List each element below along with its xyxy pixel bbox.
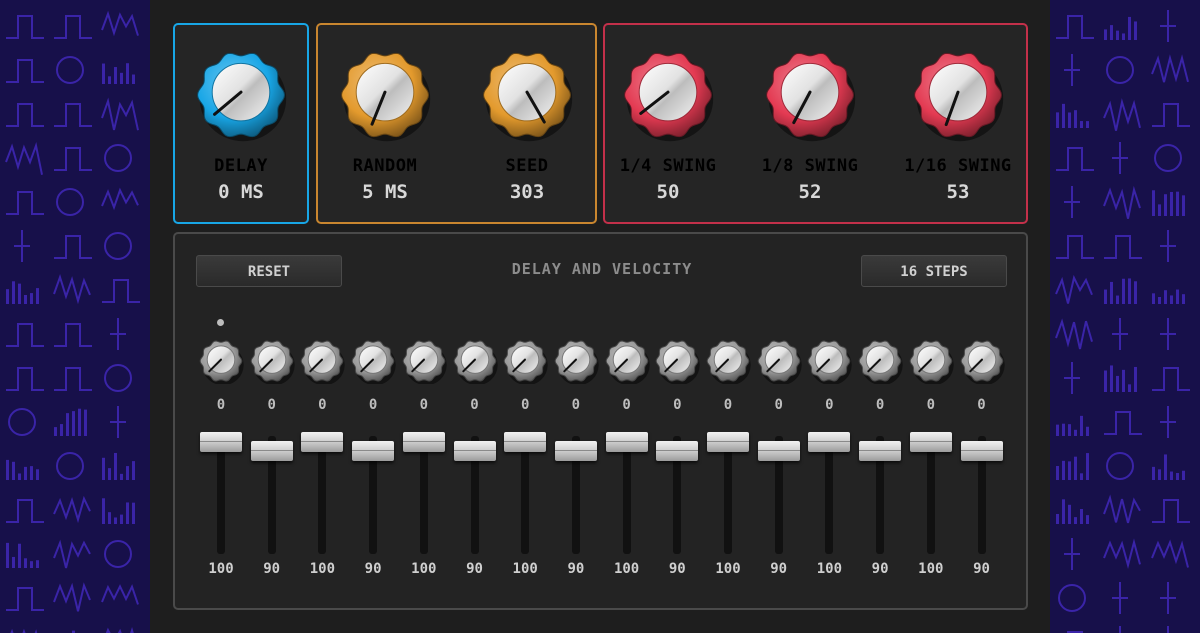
step-velocity-value: 100 <box>715 561 741 577</box>
step-delay-knob[interactable] <box>654 338 700 386</box>
velocity-fader-handle[interactable] <box>453 441 496 461</box>
delay-knob[interactable] <box>193 47 289 143</box>
step-delay-value: 0 <box>673 397 682 413</box>
velocity-fader-handle[interactable] <box>402 432 445 452</box>
eighth-swing-knob[interactable] <box>762 47 858 143</box>
step-velocity-value: 100 <box>411 561 437 577</box>
quarter-swing-value: 50 <box>656 181 680 203</box>
step-delay-value: 0 <box>520 397 530 413</box>
step-velocity-value: 90 <box>466 561 483 577</box>
sixteenth-swing-value: 53 <box>946 181 970 203</box>
step-velocity-value: 90 <box>567 561 585 577</box>
seed-value: 303 <box>509 181 545 203</box>
sixteenth-swing-label: 1/16 SWING <box>904 156 1012 176</box>
step-velocity-value: 100 <box>918 561 944 577</box>
step-velocity-value: 90 <box>668 561 686 577</box>
delay-velocity-panel: RESET DELAY AND VELOCITY 16 STEPS 0100 <box>173 232 1028 610</box>
step-velocity-value: 90 <box>770 561 788 577</box>
step-delay-knob[interactable] <box>299 338 346 386</box>
step-delay-value: 0 <box>622 397 631 413</box>
random-value: 5 MS <box>362 181 408 203</box>
background-pattern-left <box>0 0 150 633</box>
seed-label: SEED <box>505 156 549 176</box>
sixteenth-swing-knob[interactable] <box>910 47 1006 143</box>
active-step-indicator <box>217 319 224 326</box>
velocity-fader-handle[interactable] <box>859 441 902 461</box>
delay-label: DELAY <box>214 156 268 176</box>
velocity-fader-handle[interactable] <box>909 432 952 452</box>
step-delay-value: 0 <box>825 397 834 413</box>
step-velocity-value: 100 <box>816 561 843 577</box>
velocity-fader-handle[interactable] <box>352 441 395 461</box>
velocity-fader-handle[interactable] <box>554 441 597 461</box>
velocity-fader-handle[interactable] <box>200 432 242 452</box>
velocity-fader-track <box>521 436 530 554</box>
velocity-fader-handle[interactable] <box>757 441 800 461</box>
step-velocity-value: 100 <box>512 561 538 577</box>
velocity-fader-handle[interactable] <box>808 432 851 452</box>
step-delay-knob[interactable] <box>908 338 954 386</box>
random-label: RANDOM <box>352 156 418 176</box>
step-delay-knob[interactable] <box>198 338 244 386</box>
velocity-fader-track <box>926 436 935 554</box>
step-delay-knob[interactable] <box>756 338 802 386</box>
step-delay-value: 0 <box>216 397 226 413</box>
step-delay-knob[interactable] <box>452 338 498 386</box>
step-delay-value: 0 <box>318 397 327 413</box>
velocity-fader-handle[interactable] <box>301 432 344 452</box>
velocity-fader-track <box>419 436 428 554</box>
delay-value: 0 MS <box>218 181 264 203</box>
step-delay-value: 0 <box>774 397 783 413</box>
drum-timing-device: DELAY 0 MS RANDOM 5 MS SEED 303 1/4 SWIN… <box>150 0 1050 633</box>
velocity-fader-handle[interactable] <box>605 432 648 452</box>
step-delay-value: 0 <box>926 397 936 413</box>
step-delay-value: 0 <box>723 397 733 413</box>
velocity-fader-track <box>217 436 225 554</box>
step-delay-knob[interactable] <box>604 338 650 386</box>
velocity-fader-handle[interactable] <box>656 441 699 461</box>
step-velocity-value: 90 <box>263 561 281 577</box>
step-count-button[interactable]: 16 STEPS <box>861 255 1007 287</box>
step-delay-value: 0 <box>368 397 378 413</box>
step-delay-knob[interactable] <box>401 338 447 386</box>
step-delay-knob[interactable] <box>959 338 1005 386</box>
step-delay-value: 0 <box>267 397 276 413</box>
velocity-fader-track <box>825 436 834 554</box>
step-delay-knob[interactable] <box>806 338 853 386</box>
step-delay-knob[interactable] <box>553 338 599 386</box>
step-delay-value: 0 <box>419 397 429 413</box>
quarter-swing-label: 1/4 SWING <box>619 156 717 176</box>
velocity-fader-handle[interactable] <box>707 432 749 452</box>
step-velocity-value: 90 <box>973 561 990 577</box>
step-velocity-value: 100 <box>309 561 336 577</box>
step-delay-knob[interactable] <box>350 338 396 386</box>
step-delay-value: 0 <box>977 397 986 413</box>
random-knob[interactable] <box>337 47 433 143</box>
step-velocity-value: 90 <box>871 561 889 577</box>
seed-knob[interactable] <box>479 47 575 143</box>
step-delay-value: 0 <box>571 397 581 413</box>
velocity-fader-track <box>622 436 631 554</box>
step-delay-knob[interactable] <box>705 338 751 386</box>
step-delay-knob[interactable] <box>857 338 903 386</box>
step-delay-knob[interactable] <box>249 338 295 386</box>
step-delay-value: 0 <box>875 397 885 413</box>
velocity-fader-track <box>318 436 327 554</box>
velocity-fader-handle[interactable] <box>250 441 293 461</box>
step-delay-value: 0 <box>470 397 479 413</box>
eighth-swing-value: 52 <box>798 181 822 203</box>
step-velocity-value: 100 <box>613 561 640 577</box>
velocity-fader-track <box>724 436 732 554</box>
quarter-swing-knob[interactable] <box>620 47 716 143</box>
velocity-fader-handle[interactable] <box>960 441 1003 461</box>
step-velocity-value: 90 <box>364 561 382 577</box>
step-delay-knob[interactable] <box>502 338 548 386</box>
step-velocity-value: 100 <box>208 561 234 577</box>
background-pattern-right <box>1050 0 1200 633</box>
eighth-swing-label: 1/8 SWING <box>761 156 859 176</box>
velocity-fader-handle[interactable] <box>504 432 547 452</box>
